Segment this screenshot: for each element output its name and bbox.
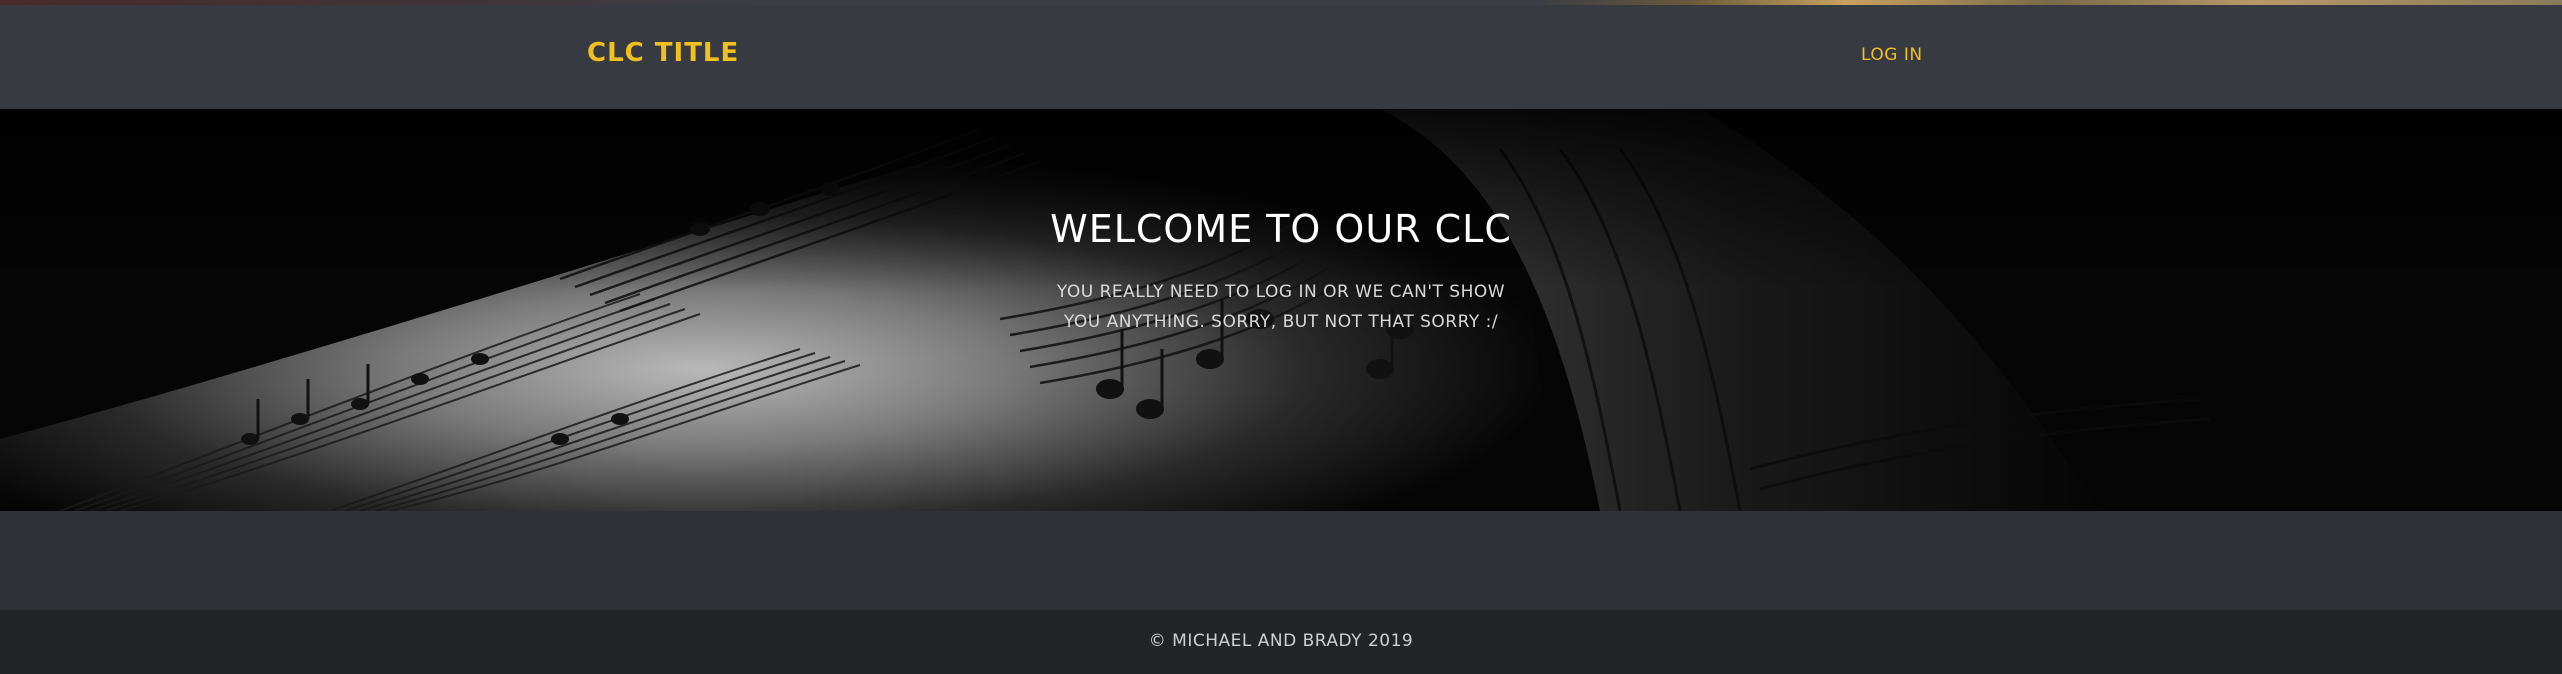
footer-copyright: © MICHAEL AND BRADY 2019 [1148,631,1414,651]
footer: © MICHAEL AND BRADY 2019 [0,610,2562,674]
navbar: CLC TITLE LOG IN [0,5,2562,109]
login-link[interactable]: LOG IN [1861,45,1923,65]
hero-section: WELCOME TO OUR CLC YOU REALLY NEED TO LO… [0,109,2562,511]
hero-title: WELCOME TO OUR CLC [1050,207,1512,251]
hero-message: YOU REALLY NEED TO LOG IN OR WE CAN'T SH… [1056,282,1506,332]
brand-title-link[interactable]: CLC TITLE [587,38,739,68]
content-area [0,511,2562,610]
